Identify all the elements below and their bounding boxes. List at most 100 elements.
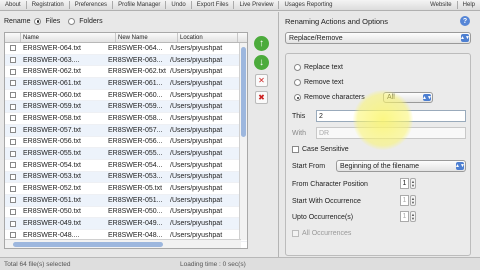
table-row[interactable]: ER8SWER-063.... ER8SWER-063... /Users/piyu… — [5, 54, 247, 67]
menu-usages-reporting[interactable]: Usages Reporting — [279, 2, 337, 8]
row-checkbox[interactable] — [10, 92, 16, 99]
row-checkbox[interactable] — [10, 232, 16, 239]
row-name: ER8SWER-058.txt — [23, 114, 81, 122]
this-input[interactable]: 2 — [316, 110, 466, 122]
row-checkbox[interactable] — [10, 162, 16, 169]
stepper-down-icon[interactable]: ▼ — [411, 183, 415, 188]
table-row[interactable]: ER8SWER-060.txt ER8SWER-060... /Users/piyu… — [5, 90, 247, 102]
status-bar: Total 64 file(s) selected Loading time :… — [0, 257, 480, 270]
all-occurrences-label[interactable]: All Occurrences — [302, 230, 351, 237]
row-checkbox[interactable] — [10, 185, 16, 192]
case-sensitive-option[interactable]: Case Sensitive — [292, 146, 349, 153]
row-checkbox[interactable] — [10, 173, 16, 180]
row-checkbox[interactable] — [10, 197, 16, 204]
vertical-scroll-thumb[interactable] — [241, 47, 246, 137]
start-with-occurrence-label: Start With Occurrence — [292, 198, 361, 205]
start-with-occurrence-input[interactable]: 1 — [400, 195, 409, 206]
replace-text-option[interactable]: Replace text — [294, 64, 343, 71]
menu-undo[interactable]: Undo — [166, 2, 190, 8]
row-new-name: ER8SWER-05.txt — [108, 185, 163, 193]
menu-profile-manager[interactable]: Profile Manager — [113, 2, 165, 8]
row-location: /Users/piyushpat — [170, 68, 223, 76]
remove-characters-label[interactable]: Remove characters — [304, 94, 365, 101]
row-checkbox[interactable] — [10, 127, 16, 134]
help-icon[interactable]: ? — [460, 16, 470, 26]
table-row[interactable]: ER8SWER-058.txt ER8SWER-058... /Users/piyu… — [5, 113, 247, 125]
row-location: /Users/piyushpat — [170, 138, 223, 146]
files-radio[interactable] — [34, 17, 42, 25]
column-header-name[interactable]: Name — [21, 33, 116, 42]
row-checkbox[interactable] — [10, 103, 16, 110]
move-down-icon[interactable]: ↓ — [254, 55, 269, 70]
remove-text-radio[interactable] — [294, 79, 301, 86]
table-row[interactable]: ER8SWER-057.txt ER8SWER-057... /Users/piyu… — [5, 124, 247, 137]
action-select[interactable]: Replace/Remove ▲▼ — [285, 32, 471, 44]
table-row[interactable]: ER8SWER-054.txt ER8SWER-054... /Users/piyu… — [5, 160, 247, 172]
horizontal-scrollbar[interactable] — [5, 239, 241, 248]
menu-live-preview[interactable]: Live Preview — [234, 2, 278, 8]
remove-all-icon[interactable]: ✖ — [255, 91, 268, 104]
column-header-check[interactable] — [5, 33, 21, 42]
remove-characters-radio[interactable] — [294, 94, 301, 101]
menu-export-files[interactable]: Export Files — [192, 2, 234, 8]
column-header-location[interactable]: Location — [178, 33, 238, 42]
table-row[interactable]: ER8SWER-055.txt ER8SWER-055... /Users/piyu… — [5, 148, 247, 160]
this-label: This — [292, 113, 306, 120]
menu-preferences[interactable]: Preferences — [70, 2, 112, 8]
folders-radio[interactable] — [68, 17, 76, 25]
from-character-position-input[interactable]: 1 — [400, 178, 409, 189]
table-row[interactable]: ER8SWER-056.txt ER8SWER-056... /Users/piyu… — [5, 137, 247, 149]
move-up-icon[interactable]: ↑ — [254, 36, 269, 51]
table-row[interactable]: ER8SWER-052.txt ER8SWER-05.txt/Users/piyu… — [5, 183, 247, 195]
row-new-name: ER8SWER-055... — [108, 150, 163, 158]
menu-about[interactable]: About — [0, 2, 26, 8]
table-row[interactable]: ER8SWER-059.txt ER8SWER-059... /Users/piyu… — [5, 101, 247, 114]
from-character-position-label: From Character Position — [292, 181, 368, 188]
vertical-scrollbar[interactable] — [239, 43, 247, 240]
table-row[interactable]: ER8SWER-050.txt ER8SWER-050... /Users/piyu… — [5, 207, 247, 219]
row-checkbox[interactable] — [10, 220, 16, 227]
upto-occurrence-stepper[interactable]: ▲ ▼ — [410, 211, 416, 222]
row-checkbox[interactable] — [10, 45, 16, 52]
pane-divider[interactable] — [278, 12, 279, 257]
remove-selected-icon[interactable]: ✕ — [255, 74, 268, 87]
table-row[interactable]: ER8SWER-061.txt ER8SWER-061... /Users/piyu… — [5, 78, 247, 90]
table-row[interactable]: ER8SWER-053.txt ER8SWER-053... /Users/piyu… — [5, 171, 247, 184]
menu-help[interactable]: Help — [458, 2, 480, 8]
files-radio-label[interactable]: Files — [45, 18, 60, 25]
row-checkbox[interactable] — [10, 80, 16, 87]
table-row[interactable]: ER8SWER-062.txt ER8SWER-062.txt/Users/piy… — [5, 66, 247, 79]
table-row[interactable]: ER8SWER-049.txt ER8SWER-049... /Users/piyu… — [5, 218, 247, 230]
case-sensitive-label[interactable]: Case Sensitive — [302, 146, 349, 153]
remove-text-option[interactable]: Remove text — [294, 79, 343, 86]
table-row[interactable]: ER8SWER-064.txt ER8SWER-064... /Users/piyu… — [5, 43, 247, 55]
stepper-down-icon[interactable]: ▼ — [411, 216, 415, 221]
stepper-down-icon[interactable]: ▼ — [411, 200, 415, 205]
start-with-occurrence-stepper[interactable]: ▲ ▼ — [410, 195, 416, 206]
case-sensitive-checkbox[interactable] — [292, 146, 299, 153]
row-checkbox[interactable] — [10, 68, 16, 75]
remove-characters-option[interactable]: Remove characters — [294, 94, 365, 101]
menu-bar: About Registration Preferences Profile M… — [0, 0, 480, 11]
horizontal-scroll-thumb[interactable] — [13, 242, 163, 247]
menu-website[interactable]: Website — [425, 2, 457, 8]
start-from-select[interactable]: Beginning of the filename ▲▼ — [336, 160, 466, 172]
row-checkbox[interactable] — [10, 150, 16, 157]
replace-text-label[interactable]: Replace text — [304, 64, 343, 71]
all-occurrences-option[interactable]: All Occurrences — [292, 230, 351, 237]
remove-text-label[interactable]: Remove text — [304, 79, 343, 86]
menu-registration[interactable]: Registration — [27, 2, 69, 8]
all-occurrences-checkbox[interactable] — [292, 230, 299, 237]
row-checkbox[interactable] — [10, 115, 16, 122]
with-input[interactable]: DR — [316, 127, 466, 139]
upto-occurrence-input[interactable]: 1 — [400, 211, 409, 222]
folders-radio-label[interactable]: Folders — [79, 18, 102, 25]
row-checkbox[interactable] — [10, 138, 16, 145]
table-row[interactable]: ER8SWER-051.txt ER8SWER-051... /Users/piyu… — [5, 194, 247, 207]
row-checkbox[interactable] — [10, 57, 16, 64]
from-character-position-stepper[interactable]: ▲ ▼ — [410, 178, 416, 189]
column-header-new-name[interactable]: New Name — [116, 33, 178, 42]
row-checkbox[interactable] — [10, 208, 16, 215]
replace-text-radio[interactable] — [294, 64, 301, 71]
char-type-select[interactable]: All ▲▼ — [383, 92, 433, 103]
